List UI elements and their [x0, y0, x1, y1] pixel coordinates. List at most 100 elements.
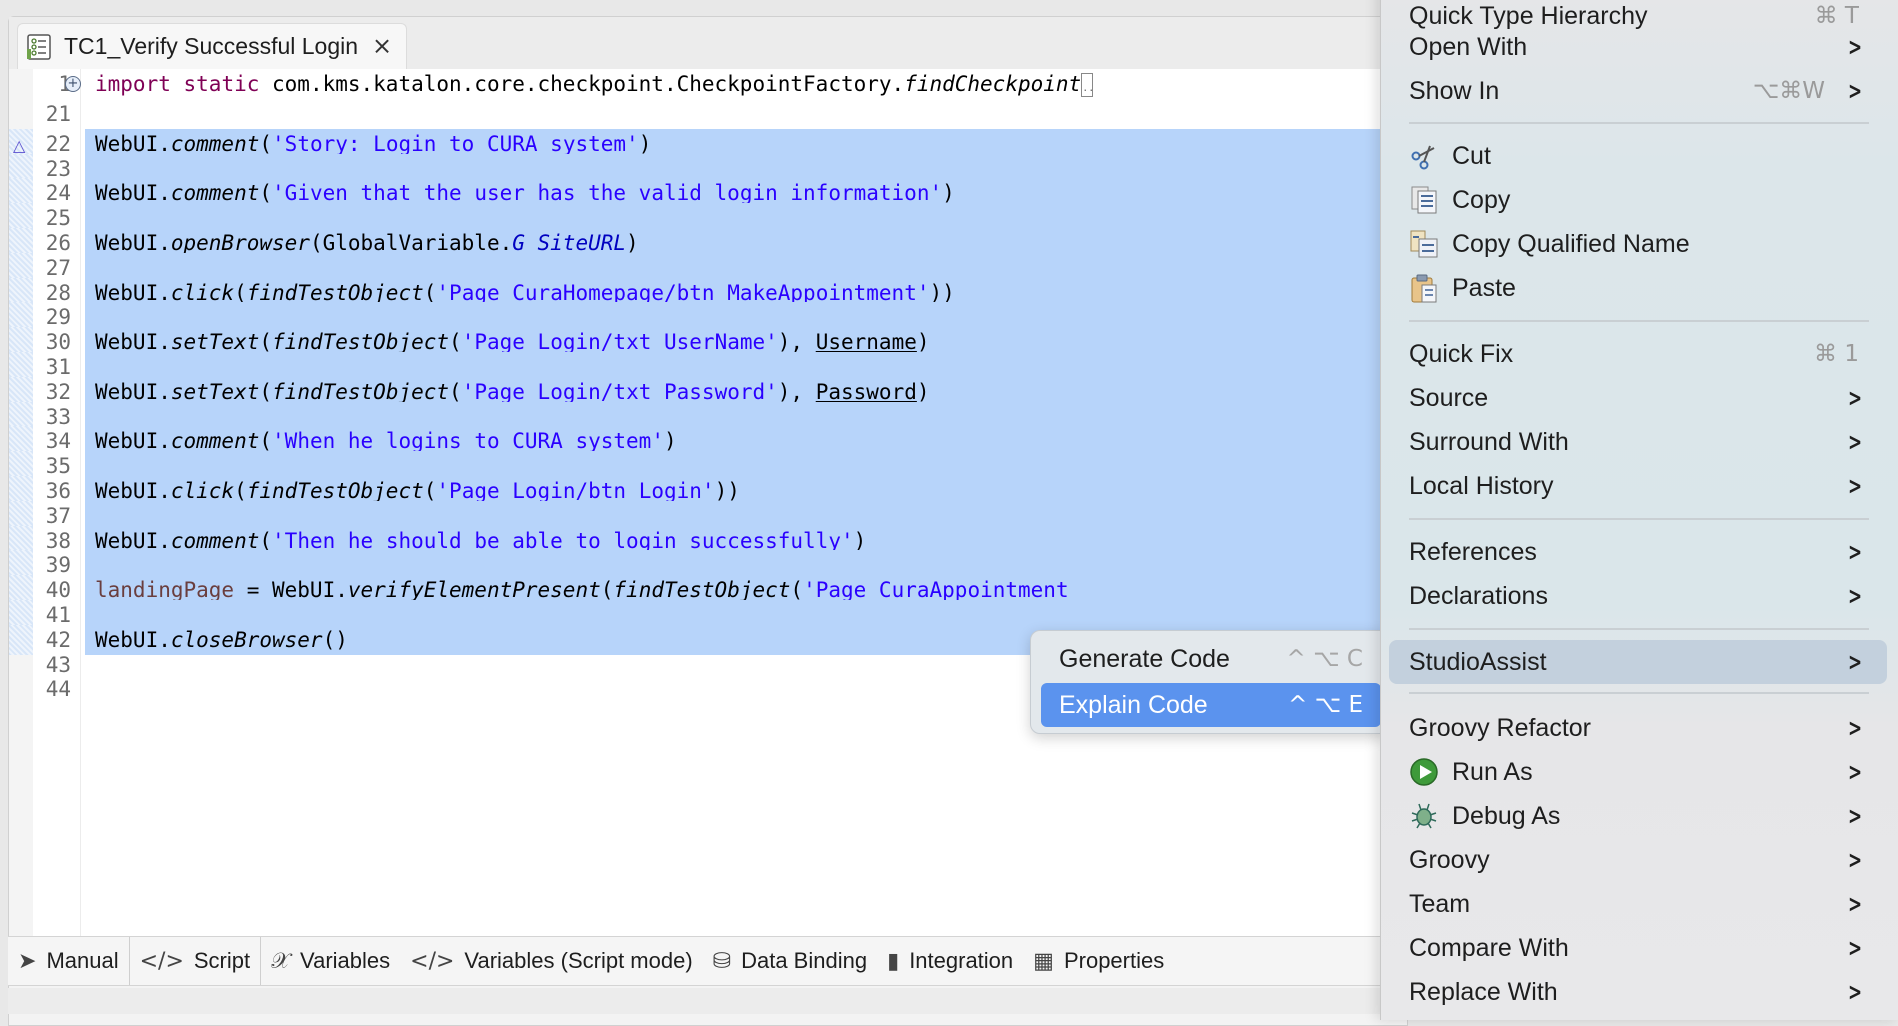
- editor-tab-title: TC1_Verify Successful Login: [64, 33, 359, 59]
- menu-item-local-history[interactable]: Local History >: [1389, 464, 1887, 508]
- tab-script[interactable]: </> Script: [128, 937, 262, 985]
- tab-label: Integration: [909, 948, 1014, 973]
- database-icon: ⛁: [712, 948, 732, 974]
- code-token: ): [663, 429, 677, 454]
- chevron-right-icon: >: [1847, 934, 1862, 962]
- debug-bug-icon: [1409, 801, 1439, 831]
- menu-item-label: Cut: [1452, 141, 1491, 170]
- code-token: (: [259, 429, 273, 454]
- menu-item-label: References: [1409, 537, 1537, 566]
- menu-item-references[interactable]: References >: [1389, 530, 1887, 574]
- code-token: 'Story: Login to CURA system': [272, 131, 639, 156]
- menu-item-surround-with[interactable]: Surround With >: [1389, 420, 1887, 464]
- menu-item-copy-qualified-name[interactable]: Copy Qualified Name: [1389, 222, 1887, 266]
- tab-label: Script: [193, 948, 251, 973]
- code-line[interactable]: 1+import static com.kms.katalon.core.che…: [9, 69, 1409, 99]
- chevron-right-icon: >: [1847, 77, 1862, 105]
- submenu-shortcut: ^ ⌥ E: [1288, 692, 1363, 718]
- code-token: findTestObject: [246, 479, 424, 503]
- tab-variables[interactable]: 𝒳 Variables: [261, 937, 400, 985]
- menu-item-source[interactable]: Source >: [1389, 376, 1887, 420]
- code-token: (: [790, 578, 804, 603]
- chevron-right-icon: >: [1847, 978, 1862, 1006]
- menu-item-studioassist[interactable]: StudioAssist >: [1389, 640, 1887, 684]
- submenu-item-generate-code[interactable]: Generate Code ^ ⌥ C: [1041, 637, 1381, 681]
- tab-data-binding[interactable]: ⛁ Data Binding: [703, 937, 877, 985]
- menu-item-paste[interactable]: Paste: [1389, 266, 1887, 310]
- menu-item-team[interactable]: Team >: [1389, 882, 1887, 926]
- code-token: ),: [777, 379, 816, 404]
- editor-mode-tabs: ➤ Manual </> Script 𝒳 Variables </> Variables (…: [8, 936, 1400, 986]
- chevron-right-icon: >: [1847, 582, 1862, 610]
- menu-item-replace-with[interactable]: Replace With >: [1389, 970, 1887, 1014]
- context-menu: Quick Type Hierarchy ⌘ T Open With > Show In…: [1380, 0, 1898, 1020]
- chevron-right-icon: >: [1847, 384, 1862, 412]
- code-token: click: [170, 280, 235, 305]
- editor-tab-strip: TC1_Verify Successful Login ⨯: [9, 17, 1407, 69]
- menu-item-run-as[interactable]: Run As >: [1389, 750, 1887, 794]
- copy-icon: [1409, 185, 1439, 215]
- table-icon: ▦: [1033, 948, 1054, 974]
- menu-item-groovy[interactable]: Groovy >: [1389, 838, 1887, 882]
- submenu-item-explain-code[interactable]: Explain Code ^ ⌥ E: [1041, 683, 1381, 727]
- code-token: Password: [815, 379, 917, 404]
- chevron-right-icon: >: [1847, 846, 1862, 874]
- menu-shortcut: ⌥⌘W: [1752, 78, 1825, 104]
- code-line[interactable]: 21: [9, 99, 1409, 129]
- menu-item-show-in[interactable]: Show In ⌥⌘W >: [1389, 69, 1887, 113]
- editor-window: TC1_Verify Successful Login ⨯ 1+import s…: [8, 16, 1409, 1026]
- code-token: (: [259, 528, 273, 553]
- line-number: 44: [45, 677, 71, 702]
- code-token: comment: [170, 429, 260, 454]
- scissors-icon: [1409, 141, 1439, 171]
- menu-item-declarations[interactable]: Declarations >: [1389, 574, 1887, 618]
- menu-item-label: Team: [1409, 889, 1471, 918]
- code-token: comment: [170, 131, 260, 156]
- menu-item-label: Compare With: [1409, 933, 1569, 962]
- code-token: WebUI.: [95, 181, 171, 206]
- code-token: ): [916, 379, 930, 404]
- chevron-right-icon: >: [1847, 472, 1862, 500]
- code-token: 'Page_Login/txt_UserName': [461, 330, 778, 355]
- tab-label: Manual: [46, 948, 119, 973]
- code-token: 'Page_Login/txt_Password': [461, 379, 778, 404]
- close-tab-icon[interactable]: ⨯: [372, 32, 392, 61]
- tab-label: Data Binding: [741, 948, 868, 973]
- tab-properties[interactable]: ▦ Properties: [1023, 937, 1174, 985]
- code-token: ): [942, 181, 955, 206]
- line-number: 21: [45, 102, 71, 126]
- menu-item-open-with[interactable]: Open With >: [1389, 25, 1887, 69]
- menu-item-groovy-refactor[interactable]: Groovy Refactor >: [1389, 706, 1887, 750]
- menu-item-quick-fix[interactable]: Quick Fix ⌘ 1: [1389, 332, 1887, 376]
- code-token: openBrowser: [170, 231, 310, 255]
- expand-fold-icon[interactable]: +: [65, 76, 81, 92]
- code-token: 'Page_CuraAppointment: [803, 578, 1069, 603]
- menu-item-cut[interactable]: Cut: [1389, 134, 1887, 178]
- code-token: WebUI.: [95, 379, 171, 404]
- code-token: click: [170, 479, 235, 503]
- menu-separator: [1409, 122, 1869, 124]
- editor-tab-test-case[interactable]: TC1_Verify Successful Login ⨯: [17, 23, 407, 69]
- code-token: findTestObject: [272, 330, 450, 355]
- code-token: (GlobalVariable.: [309, 231, 513, 255]
- tab-variables-script-mode[interactable]: </> Variables (Script mode): [400, 937, 703, 985]
- code-token: (: [259, 330, 273, 355]
- code-token: static: [183, 72, 260, 96]
- menu-item-compare-with[interactable]: Compare With >: [1389, 926, 1887, 970]
- chevron-right-icon: >: [1847, 890, 1862, 918]
- code-token: WebUI.: [95, 330, 171, 355]
- tab-integration[interactable]: ▮ Integration: [877, 937, 1023, 985]
- code-token: comment: [170, 528, 260, 553]
- folded-import-ellipsis[interactable]: ..: [1081, 73, 1094, 97]
- run-icon: [1409, 757, 1439, 787]
- code-token: (): [322, 627, 348, 652]
- menu-item-debug-as[interactable]: Debug As >: [1389, 794, 1887, 838]
- menu-item-copy[interactable]: Copy: [1389, 178, 1887, 222]
- chevron-right-icon: >: [1847, 428, 1862, 456]
- code-editor[interactable]: 1+import static com.kms.katalon.core.che…: [9, 69, 1409, 953]
- code-token: (: [600, 578, 614, 603]
- tab-label: Variables: [300, 948, 391, 973]
- code-token: 'Then he should be able to login success…: [272, 528, 854, 553]
- code-token: = WebUI.: [234, 578, 348, 603]
- tab-manual[interactable]: ➤ Manual: [8, 937, 129, 985]
